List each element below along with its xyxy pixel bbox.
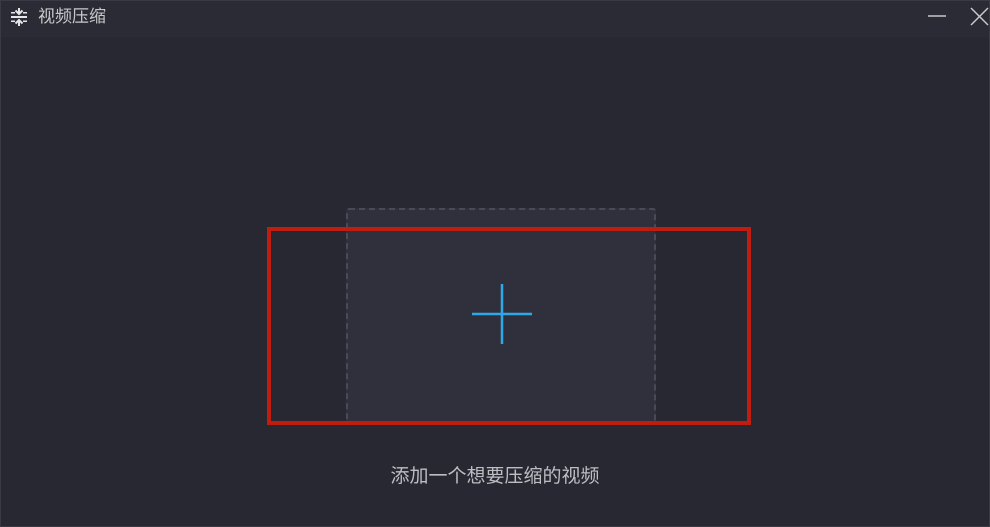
- close-button[interactable]: [959, 1, 990, 33]
- app-window: 视频压缩 添加一个想要压缩的视频: [0, 0, 990, 527]
- plus-icon[interactable]: [470, 282, 534, 346]
- window-title: 视频压缩: [38, 7, 106, 27]
- add-video-hint: 添加一个想要压缩的视频: [390, 465, 600, 487]
- title-bar[interactable]: 视频压缩: [1, 1, 989, 37]
- compress-icon: [10, 7, 28, 27]
- add-video-drop-area[interactable]: [346, 208, 656, 423]
- minimize-button[interactable]: [918, 1, 958, 33]
